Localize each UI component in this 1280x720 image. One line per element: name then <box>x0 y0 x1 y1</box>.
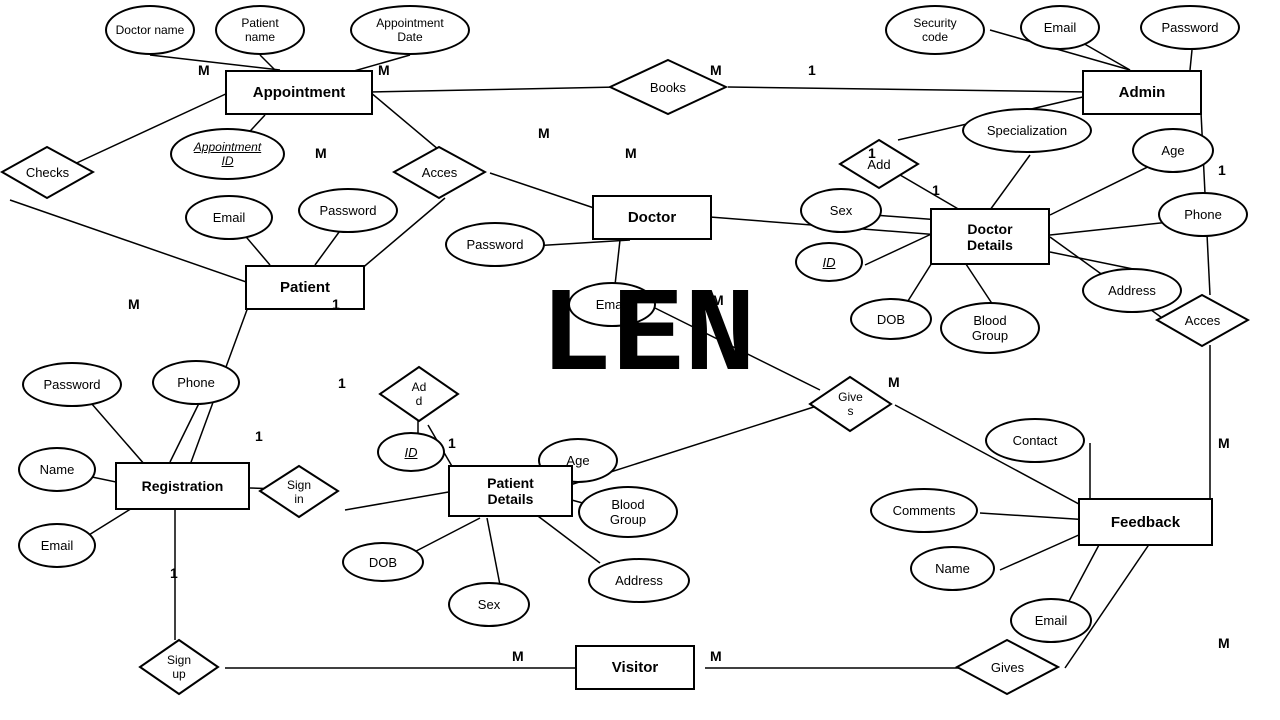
ellipse-name-feedback: Name <box>910 546 995 591</box>
ellipse-password-reg: Password <box>22 362 122 407</box>
ellipse-specialization: Specialization <box>962 108 1092 153</box>
ellipse-phone-doctor: Phone <box>1158 192 1248 237</box>
label-m4: M <box>315 145 327 161</box>
ellipse-patient-name: Patientname <box>215 5 305 55</box>
label-1-books: 1 <box>808 62 816 78</box>
label-m2: M <box>378 62 390 78</box>
entity-patient-details: PatientDetails <box>448 465 573 517</box>
ellipse-blood-group-patient: BloodGroup <box>578 486 678 538</box>
watermark: LEN <box>540 270 756 406</box>
label-1-add-doc2: 1 <box>932 182 940 198</box>
diamond-acces1: Acces <box>392 145 487 200</box>
label-m-visitor2: M <box>710 648 722 664</box>
ellipse-dob-doctor: DOB <box>850 298 932 340</box>
entity-visitor: Visitor <box>575 645 695 690</box>
ellipse-password2: Password <box>445 222 545 267</box>
ellipse-address-patient: Address <box>588 558 690 603</box>
label-m-feedback: M <box>1218 635 1230 651</box>
ellipse-contact-feedback: Contact <box>985 418 1085 463</box>
diamond-add-patient: Add <box>378 365 460 423</box>
ellipse-email-reg: Email <box>18 523 96 568</box>
ellipse-dob-patient: DOB <box>342 542 424 582</box>
ellipse-sex-patient: Sex <box>448 582 530 627</box>
ellipse-appt-id: AppointmentID <box>170 128 285 180</box>
ellipse-blood-group-doctor: BloodGroup <box>940 302 1040 354</box>
label-1-sign-in: 1 <box>338 375 346 391</box>
ellipse-email-feedback: Email <box>1010 598 1092 643</box>
ellipse-id-doctor: ID <box>795 242 863 282</box>
ellipse-email-patient: Email <box>185 195 273 240</box>
ellipse-security-code: Securitycode <box>885 5 985 55</box>
label-1-add-patient: 1 <box>448 435 456 451</box>
diamond-sign-up: Signup <box>138 638 220 696</box>
diamond-sign-in: Signin <box>258 464 340 519</box>
entity-doctor: Doctor <box>592 195 712 240</box>
ellipse-phone-reg: Phone <box>152 360 240 405</box>
label-m-visitor: M <box>512 648 524 664</box>
ellipse-password-admin: Password <box>1140 5 1240 50</box>
ellipse-email-admin: Email <box>1020 5 1100 50</box>
entity-feedback: Feedback <box>1078 498 1213 546</box>
ellipse-password-patient: Password <box>298 188 398 233</box>
diamond-gives-visitor: Gives <box>955 638 1060 696</box>
diamond-gives-patient: Gives <box>808 375 893 433</box>
label-m-patient: M <box>128 296 140 312</box>
label-m3: M <box>538 125 550 141</box>
label-1-reg: 1 <box>170 565 178 581</box>
ellipse-id-patient: ID <box>377 432 445 472</box>
diamond-checks: Checks <box>0 145 95 200</box>
label-m-gives: M <box>888 374 900 390</box>
label-1-patient: 1 <box>332 296 340 312</box>
ellipse-sex-doctor: Sex <box>800 188 882 233</box>
ellipse-age-doctor: Age <box>1132 128 1214 173</box>
ellipse-name-reg: Name <box>18 447 96 492</box>
label-m-books: M <box>710 62 722 78</box>
ellipse-appt-date: AppointmentDate <box>350 5 470 55</box>
ellipse-doctor-name: Doctor name <box>105 5 195 55</box>
diamond-acces2: Acces <box>1155 293 1250 348</box>
entity-registration: Registration <box>115 462 250 510</box>
label-m5: M <box>625 145 637 161</box>
label-1-acces2: 1 <box>1218 162 1226 178</box>
entity-doctor-details: DoctorDetails <box>930 208 1050 265</box>
label-m1: M <box>198 62 210 78</box>
ellipse-comments-feedback: Comments <box>870 488 978 533</box>
er-diagram: Doctor name Patientname AppointmentDate … <box>0 0 1280 720</box>
diamond-add-doctor: Add <box>838 138 920 190</box>
label-1-sign-in2: 1 <box>255 428 263 444</box>
entity-patient: Patient <box>245 265 365 310</box>
label-m-acces2: M <box>1218 435 1230 451</box>
entity-admin: Admin <box>1082 70 1202 115</box>
entity-appointment: Appointment <box>225 70 373 115</box>
